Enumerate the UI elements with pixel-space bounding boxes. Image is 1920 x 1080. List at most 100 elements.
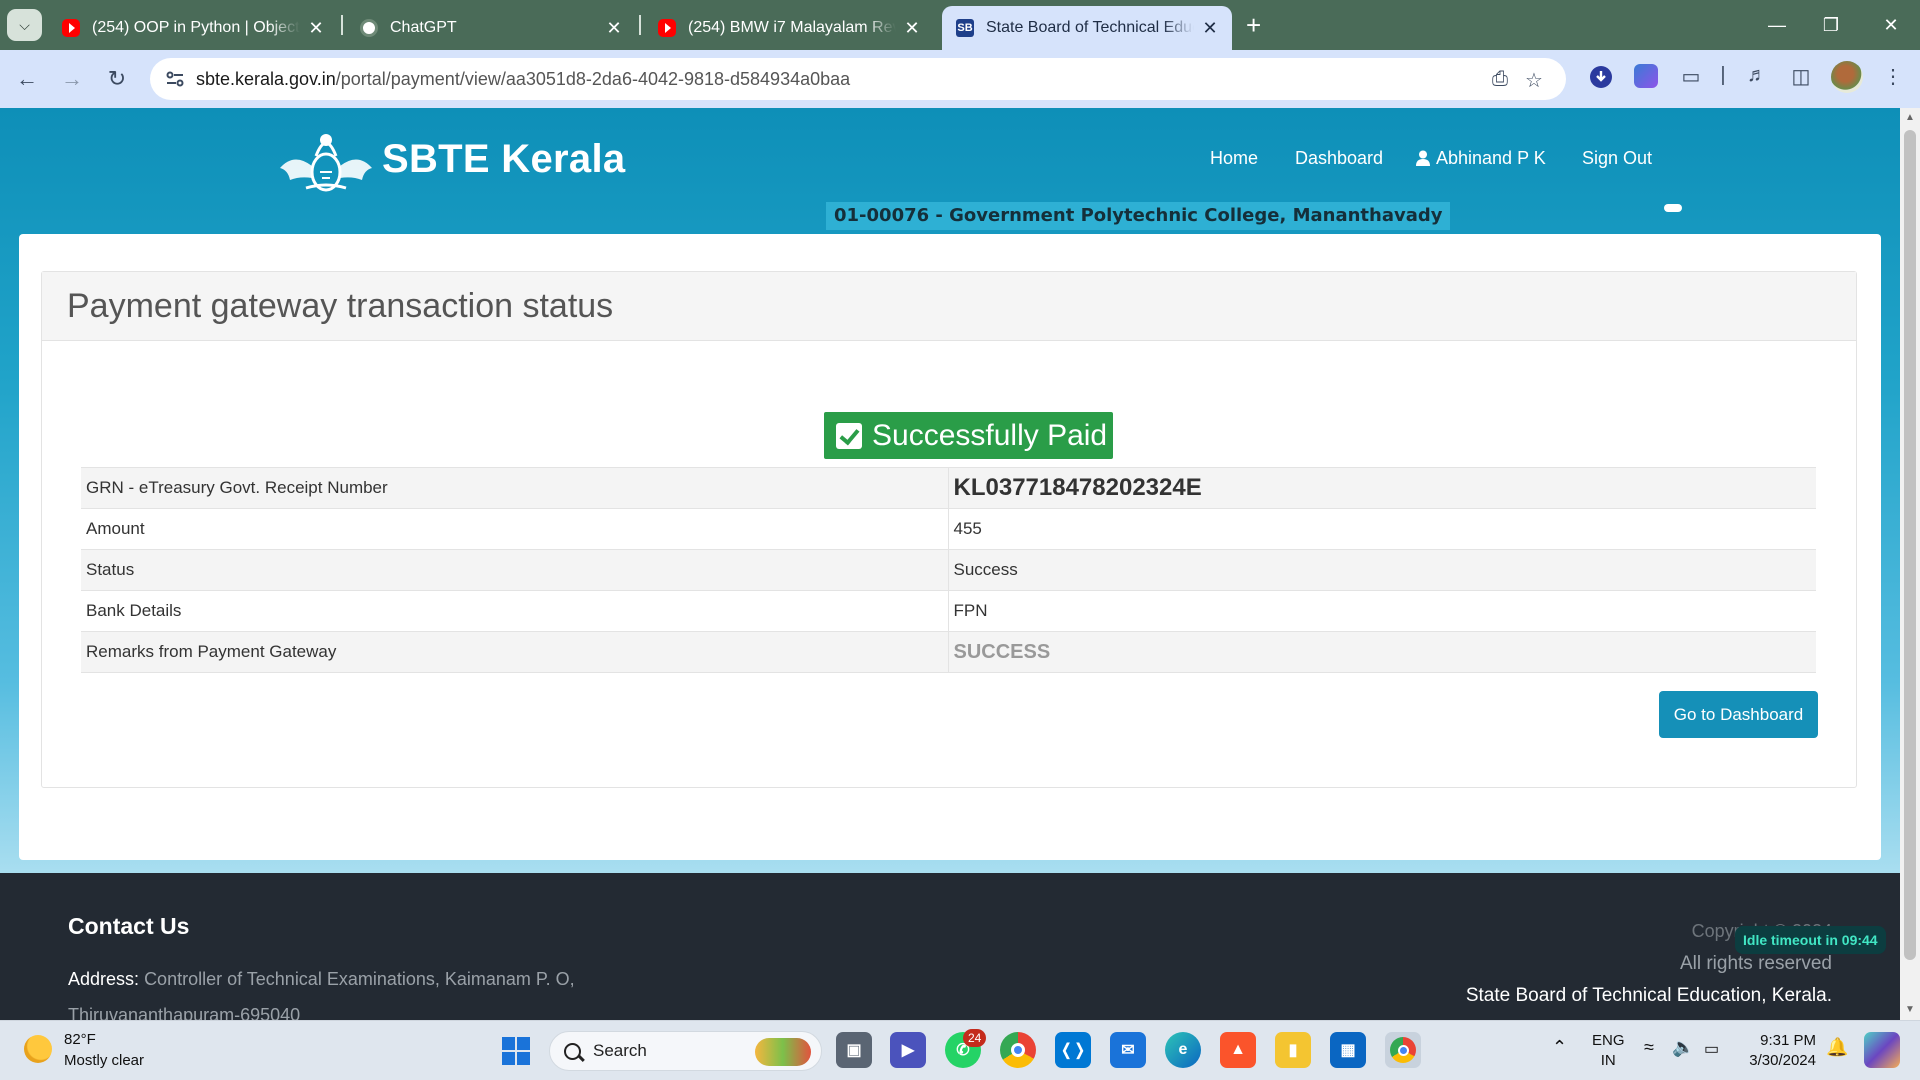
weather-desc[interactable]: Mostly clear — [64, 1052, 144, 1069]
browser-tab-bmw[interactable]: (254) BMW i7 Malayalam Review ✕ — [644, 6, 934, 50]
site-brand: SBTE Kerala — [382, 136, 626, 181]
system-clock[interactable]: 9:31 PM 3/30/2024 — [1744, 1031, 1816, 1071]
tab-title: State Board of Technical Education — [986, 19, 1194, 36]
tab-separator — [341, 15, 343, 35]
chrome-active-icon[interactable] — [1385, 1032, 1421, 1068]
address-label: Address: — [68, 969, 140, 989]
browser-tab-strip: ⌵ (254) OOP in Python | Object Oriented … — [0, 0, 1920, 50]
clock-date: 3/30/2024 — [1749, 1052, 1816, 1069]
edge-icon[interactable]: e — [1165, 1032, 1201, 1068]
row-label-remarks: Remarks from Payment Gateway — [81, 631, 949, 673]
web-page: SBTE Kerala Home Dashboard Abhinand P K … — [0, 108, 1900, 1020]
browser-tab-chatgpt[interactable]: ChatGPT ✕ — [346, 6, 636, 50]
wifi-icon[interactable]: ≈ — [1644, 1037, 1654, 1058]
browser-tab-oop[interactable]: (254) OOP in Python | Object Oriented ✕ — [48, 6, 338, 50]
row-value-bank: FPN — [948, 590, 1816, 632]
close-window-icon[interactable]: ✕ — [1864, 0, 1918, 50]
nav-user[interactable]: Abhinand P K — [1416, 148, 1546, 169]
vscode-icon[interactable]: ❬❭ — [1055, 1032, 1091, 1068]
taskbar-search[interactable]: Search — [549, 1031, 822, 1071]
tab-title: ChatGPT — [390, 19, 457, 36]
install-app-icon[interactable]: ⎙ — [1488, 68, 1512, 92]
scroll-down-icon[interactable]: ▼ — [1905, 1004, 1915, 1015]
sbte-icon: SB — [956, 19, 974, 37]
success-badge: Successfully Paid — [824, 412, 1113, 459]
panel-title: Payment gateway transaction status — [42, 272, 1856, 341]
browser-tab-sbte[interactable]: SB State Board of Technical Education ✕ — [942, 6, 1232, 50]
chrome-icon[interactable] — [1000, 1032, 1036, 1068]
carousel-indicator[interactable] — [1664, 204, 1682, 212]
address-bar[interactable]: sbte.kerala.gov.in/portal/payment/view/a… — [150, 58, 1566, 100]
close-tab-icon[interactable]: ✕ — [306, 18, 326, 39]
scrollbar-thumb[interactable] — [1904, 130, 1916, 960]
windows-start-icon[interactable] — [502, 1037, 530, 1065]
media-control-icon[interactable]: ♬ — [1744, 64, 1770, 90]
row-value-remarks: SUCCESS — [948, 631, 1816, 673]
nav-home[interactable]: Home — [1210, 148, 1258, 169]
tab-search-button[interactable]: ⌵ — [7, 9, 42, 41]
close-tab-icon[interactable]: ✕ — [902, 18, 922, 39]
url-path: /portal/payment/view/aa3051d8-2da6-4042-… — [335, 68, 851, 89]
row-label-amount: Amount — [81, 508, 949, 550]
mail-icon[interactable]: ✉ — [1110, 1032, 1146, 1068]
browser-menu-icon[interactable]: ⋮ — [1880, 64, 1906, 90]
profile-avatar[interactable] — [1831, 61, 1863, 93]
transaction-panel: Payment gateway transaction status Succe… — [41, 271, 1857, 788]
table-row: Amount 455 — [81, 508, 1816, 550]
forward-icon[interactable]: → — [57, 64, 87, 94]
lang-line-1: ENG — [1592, 1032, 1625, 1049]
contact-title: Contact Us — [68, 913, 190, 939]
bookmark-star-icon[interactable]: ☆ — [1522, 68, 1546, 92]
side-panel-icon[interactable]: ◫ — [1788, 64, 1814, 90]
nav-signout[interactable]: Sign Out — [1582, 148, 1652, 169]
close-tab-icon[interactable]: ✕ — [1200, 18, 1220, 39]
site-info-icon[interactable] — [165, 69, 185, 89]
file-explorer-icon[interactable]: ▮ — [1275, 1032, 1311, 1068]
content-card: Payment gateway transaction status Succe… — [19, 234, 1881, 860]
weather-temp[interactable]: 82°F — [64, 1031, 96, 1048]
store-icon[interactable]: ▦ — [1330, 1032, 1366, 1068]
battery-icon[interactable]: ▭ — [1704, 1039, 1719, 1059]
site-logo[interactable]: SBTE Kerala — [276, 126, 625, 192]
task-view-icon[interactable]: ▣ — [836, 1032, 872, 1068]
language-indicator[interactable]: ENG IN — [1592, 1031, 1625, 1071]
user-icon — [1416, 150, 1430, 166]
table-row: Remarks from Payment Gateway SUCCESS — [81, 631, 1816, 673]
tab-title: (254) BMW i7 Malayalam Review — [688, 19, 896, 36]
page-scrollbar[interactable]: ▲ ▼ — [1900, 108, 1920, 1020]
footer-rights: All rights reserved — [1679, 953, 1832, 974]
reload-icon[interactable]: ↻ — [102, 64, 132, 94]
search-highlight-icon — [755, 1038, 811, 1066]
row-label-bank: Bank Details — [81, 590, 949, 632]
college-name: 01-00076 - Government Polytechnic Colleg… — [826, 202, 1451, 230]
weather-moon-icon[interactable] — [24, 1035, 52, 1063]
copilot-icon[interactable] — [1864, 1032, 1900, 1068]
tray-chevron-up-icon[interactable]: ⌃ — [1552, 1037, 1567, 1058]
chatgpt-icon — [360, 19, 378, 37]
lang-line-2: IN — [1600, 1052, 1616, 1069]
user-name: Abhinand P K — [1436, 148, 1546, 168]
close-tab-icon[interactable]: ✕ — [604, 18, 624, 39]
nav-dashboard[interactable]: Dashboard — [1295, 148, 1383, 169]
new-tab-icon[interactable]: + — [1246, 10, 1261, 41]
restore-icon[interactable]: ❐ — [1804, 0, 1858, 50]
table-row: Status Success — [81, 549, 1816, 591]
brave-icon[interactable]: ▲ — [1220, 1032, 1256, 1068]
download-icon[interactable] — [1588, 64, 1614, 90]
toolbar-divider: | — [1720, 64, 1726, 86]
scroll-up-icon[interactable]: ▲ — [1905, 112, 1915, 123]
teams-icon[interactable]: ▶ — [890, 1032, 926, 1068]
idle-timeout-badge: Idle timeout in 09:44 — [1735, 926, 1886, 954]
search-label: Search — [593, 1041, 647, 1060]
back-icon[interactable]: ← — [12, 64, 42, 94]
extensions-puzzle-icon[interactable]: ▭ — [1678, 64, 1704, 90]
volume-icon[interactable]: 🔈 — [1672, 1037, 1694, 1058]
extension-copilot-icon[interactable] — [1634, 64, 1660, 90]
footer-org: State Board of Technical Education, Kera… — [1465, 985, 1832, 1006]
minimize-icon[interactable]: — — [1750, 0, 1804, 50]
row-label-grn: GRN - eTreasury Govt. Receipt Number — [81, 467, 949, 509]
site-footer: Contact Us Address: Controller of Techni… — [0, 873, 1900, 1020]
notification-bell-icon[interactable]: 🔔 — [1826, 1037, 1848, 1058]
address-line-2: Thiruvananthapuram-695040 — [68, 1005, 301, 1020]
go-to-dashboard-button[interactable]: Go to Dashboard — [1659, 691, 1818, 738]
